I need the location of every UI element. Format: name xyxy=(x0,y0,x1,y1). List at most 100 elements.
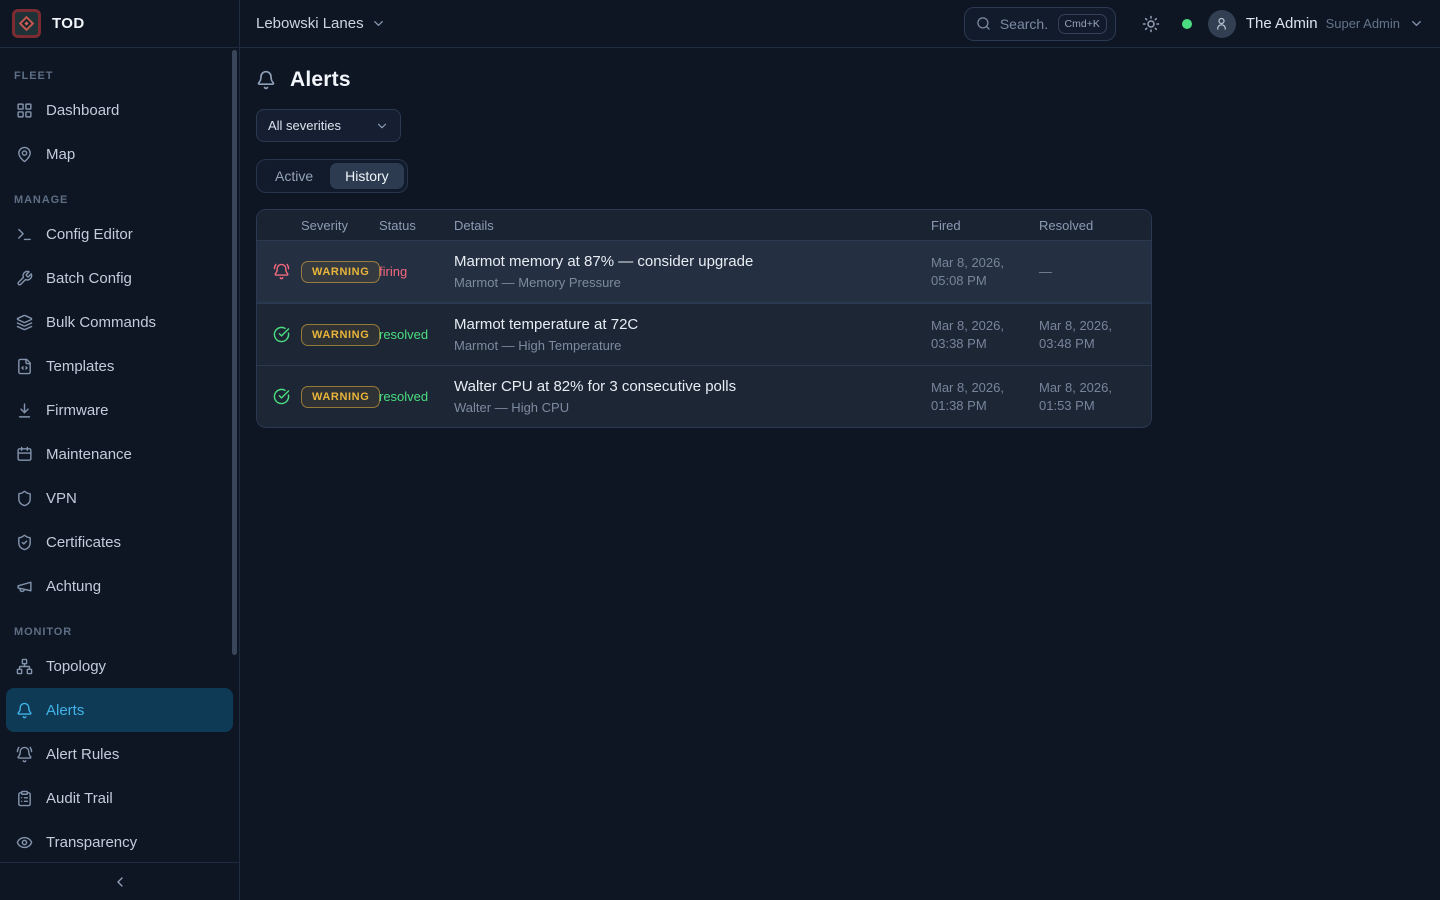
chevron-down-icon xyxy=(1409,16,1424,31)
severity-filter-select[interactable]: All severities xyxy=(256,109,401,142)
alert-row[interactable]: WARNING firing Marmot memory at 87% — co… xyxy=(257,241,1151,303)
topbar: Lebowski Lanes Cmd+K The Admin Super Adm xyxy=(240,0,1440,48)
connection-status-dot xyxy=(1182,19,1192,29)
sidebar-item-firmware[interactable]: Firmware xyxy=(6,388,233,432)
sidebar-item-certificates[interactable]: Certificates xyxy=(6,520,233,564)
severity-filter-value: All severities xyxy=(268,118,341,133)
column-header-resolved: Resolved xyxy=(1039,218,1135,233)
user-menu-button[interactable] xyxy=(1409,16,1424,31)
sidebar-item-label: Topology xyxy=(46,658,106,675)
main-column: Lebowski Lanes Cmd+K The Admin Super Adm xyxy=(240,0,1440,900)
sidebar-item-label: Map xyxy=(46,146,75,163)
alert-row[interactable]: WARNING resolved Walter CPU at 82% for 3… xyxy=(257,365,1151,427)
sidebar-item-achtung[interactable]: Achtung xyxy=(6,564,233,608)
sidebar-item-maintenance[interactable]: Maintenance xyxy=(6,432,233,476)
alert-status: resolved xyxy=(379,389,454,404)
column-header-status: Status xyxy=(379,218,454,233)
shield-check-icon xyxy=(16,534,33,551)
check-circle-icon xyxy=(273,388,291,405)
org-selector[interactable]: Lebowski Lanes xyxy=(256,15,386,32)
severity-badge: WARNING xyxy=(301,261,380,283)
sidebar-item-topology[interactable]: Topology xyxy=(6,644,233,688)
file-code-icon xyxy=(16,358,33,375)
sidebar-section-label: MONITOR xyxy=(6,626,233,638)
sidebar-item-map[interactable]: Map xyxy=(6,132,233,176)
alert-subtitle: Walter — High CPU xyxy=(454,400,919,415)
alert-fired-time: Mar 8, 2026, 03:38 PM xyxy=(931,317,1039,352)
sidebar-scrollbar[interactable] xyxy=(232,50,237,655)
sidebar-item-dashboard[interactable]: Dashboard xyxy=(6,88,233,132)
sidebar-item-alerts[interactable]: Alerts xyxy=(6,688,233,732)
sidebar-item-config-editor[interactable]: Config Editor xyxy=(6,212,233,256)
alert-resolved-time: Mar 8, 2026, 03:48 PM xyxy=(1039,317,1135,352)
sidebar-item-alert-rules[interactable]: Alert Rules xyxy=(6,732,233,776)
wrench-icon xyxy=(16,270,33,287)
brand-logo xyxy=(12,9,41,38)
eye-icon xyxy=(16,834,33,851)
sidebar-item-label: Alerts xyxy=(46,702,84,719)
severity-badge: WARNING xyxy=(301,324,380,346)
sidebar-item-label: Firmware xyxy=(46,402,109,419)
megaphone-icon xyxy=(16,578,33,595)
sidebar-section-label: FLEET xyxy=(6,70,233,82)
alert-status: resolved xyxy=(379,327,454,342)
sidebar-item-label: Audit Trail xyxy=(46,790,113,807)
sidebar-collapse-button[interactable] xyxy=(112,874,128,890)
sun-icon xyxy=(1142,15,1160,33)
search-shortcut-chip: Cmd+K xyxy=(1058,14,1107,34)
sidebar-item-label: Dashboard xyxy=(46,102,119,119)
sidebar-section-label: MANAGE xyxy=(6,194,233,206)
user-icon xyxy=(1214,16,1229,31)
alert-title: Walter CPU at 82% for 3 consecutive poll… xyxy=(454,378,919,395)
alert-title: Marmot temperature at 72C xyxy=(454,316,919,333)
bell-ring-icon xyxy=(16,746,33,763)
layers-icon xyxy=(16,314,33,331)
bell-icon xyxy=(16,702,33,719)
sidebar-item-bulk-commands[interactable]: Bulk Commands xyxy=(6,300,233,344)
sidebar-footer xyxy=(0,862,239,900)
sidebar-item-templates[interactable]: Templates xyxy=(6,344,233,388)
theme-toggle-button[interactable] xyxy=(1142,15,1160,33)
search-input[interactable] xyxy=(1000,16,1049,32)
logo-diamond-icon xyxy=(19,16,35,32)
chevron-left-icon xyxy=(112,874,128,890)
map-pin-icon xyxy=(16,146,33,163)
sidebar-item-vpn[interactable]: VPN xyxy=(6,476,233,520)
search-box[interactable]: Cmd+K xyxy=(964,7,1116,41)
terminal-icon xyxy=(16,226,33,243)
alert-title: Marmot memory at 87% — consider upgrade xyxy=(454,253,919,270)
alert-subtitle: Marmot — Memory Pressure xyxy=(454,275,919,290)
clipboard-icon xyxy=(16,790,33,807)
search-icon xyxy=(976,16,991,31)
avatar[interactable] xyxy=(1208,10,1236,38)
sidebar-section: FLEET Dashboard Map xyxy=(6,70,233,176)
topology-icon xyxy=(16,658,33,675)
sidebar: TOD FLEET Dashboard Map MANAGE Config Ed… xyxy=(0,0,240,900)
sidebar-item-label: Certificates xyxy=(46,534,121,551)
sidebar-item-transparency[interactable]: Transparency xyxy=(6,820,233,862)
column-header-details: Details xyxy=(454,218,931,233)
tab-active[interactable]: Active xyxy=(260,163,328,189)
severity-badge: WARNING xyxy=(301,386,380,408)
app-root: TOD FLEET Dashboard Map MANAGE Config Ed… xyxy=(0,0,1440,900)
sidebar-item-label: VPN xyxy=(46,490,77,507)
sidebar-item-batch-config[interactable]: Batch Config xyxy=(6,256,233,300)
alert-resolved-time: — xyxy=(1039,263,1135,281)
page-title: Alerts xyxy=(290,68,351,92)
sidebar-section: MANAGE Config Editor Batch Config Bulk C… xyxy=(6,194,233,608)
alert-subtitle: Marmot — High Temperature xyxy=(454,338,919,353)
sidebar-item-audit-trail[interactable]: Audit Trail xyxy=(6,776,233,820)
alert-row[interactable]: WARNING resolved Marmot temperature at 7… xyxy=(257,303,1151,365)
org-selector-label: Lebowski Lanes xyxy=(256,15,364,32)
bell-icon xyxy=(256,70,276,90)
sidebar-header: TOD xyxy=(0,0,239,48)
dashboard-icon xyxy=(16,102,33,119)
alerts-tabs: ActiveHistory xyxy=(256,159,408,193)
calendar-icon xyxy=(16,446,33,463)
sidebar-item-label: Bulk Commands xyxy=(46,314,156,331)
tab-history[interactable]: History xyxy=(330,163,404,189)
alerts-table: Severity Status Details Fired Resolved W… xyxy=(256,209,1152,428)
chevron-down-icon xyxy=(371,16,386,31)
alerts-table-header: Severity Status Details Fired Resolved xyxy=(257,210,1151,241)
sidebar-item-label: Achtung xyxy=(46,578,101,595)
